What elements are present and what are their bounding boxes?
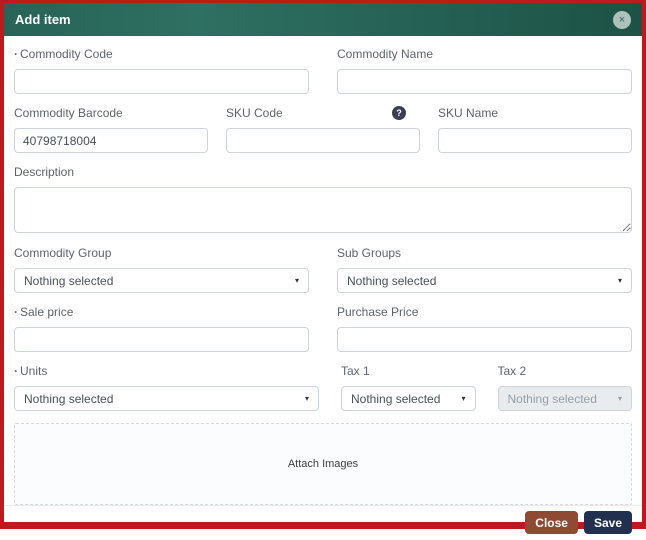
field-commodity-barcode: Commodity Barcode [14,105,208,153]
chevron-down-icon: ▾ [461,394,466,403]
description-label: Description [14,165,75,179]
commodity-barcode-input[interactable] [14,128,208,153]
tax1-label: Tax 1 [341,364,370,378]
field-commodity-code: · Commodity Code [14,46,309,94]
modal-header: Add item × [4,3,642,36]
field-tax1: Tax 1 Nothing selected ▾ [341,363,476,411]
attach-images-dropzone[interactable]: Attach Images [14,423,632,505]
sku-name-input[interactable] [438,128,632,153]
tax1-select[interactable]: Nothing selected ▾ [341,386,476,411]
field-commodity-name: Commodity Name [337,46,632,94]
chevron-down-icon: ▾ [304,394,309,403]
field-units: · Units Nothing selected ▾ [14,363,319,411]
field-sku-code: SKU Code ? [226,105,420,153]
selected-value: Nothing selected [347,273,437,288]
row-units-tax: · Units Nothing selected ▾ Tax 1 Nothing… [14,363,632,411]
commodity-group-label: Commodity Group [14,246,112,260]
commodity-group-select[interactable]: Nothing selected ▾ [14,268,309,293]
row-prices: · Sale price Purchase Price [14,304,632,352]
row-commodity: · Commodity Code Commodity Name [14,46,632,94]
sale-price-label: · Sale price [14,305,74,319]
purchase-price-input[interactable] [337,327,632,352]
units-select[interactable]: Nothing selected ▾ [14,386,319,411]
commodity-barcode-label: Commodity Barcode [14,106,123,120]
modal-footer: Close Save [4,505,642,540]
save-button[interactable]: Save [583,511,632,534]
row-groups: Commodity Group Nothing selected ▾ Sub G… [14,245,632,293]
field-description: Description [14,164,632,233]
commodity-code-input[interactable] [14,69,309,94]
attach-images-label: Attach Images [287,458,359,470]
help-icon[interactable]: ? [392,106,406,120]
tax2-label: Tax 2 [497,364,527,378]
sku-code-label: SKU Code ? [226,105,420,121]
close-button[interactable]: Close [525,511,578,534]
purchase-price-label: Purchase Price [337,305,419,319]
description-textarea[interactable] [14,187,632,233]
sku-code-input[interactable] [226,128,420,153]
selected-value: Nothing selected [507,391,597,406]
chevron-down-icon: ▾ [617,276,622,285]
field-commodity-group: Commodity Group Nothing selected ▾ [14,245,309,293]
field-sale-price: · Sale price [14,304,309,352]
row-sku: Commodity Barcode SKU Code ? SKU Name [14,105,632,153]
field-tax2: Tax 2 Nothing selected ▾ [497,363,632,411]
commodity-name-label: Commodity Name [337,47,434,61]
chevron-down-icon: ▾ [294,276,299,285]
required-marker: · [14,305,18,319]
modal-title: Add item [15,12,71,27]
sub-groups-select[interactable]: Nothing selected ▾ [337,268,632,293]
field-sku-name: SKU Name [438,105,632,153]
units-label: · Units [14,364,48,378]
close-icon[interactable]: × [613,10,631,29]
selected-value: Nothing selected [24,391,114,406]
chevron-down-icon: ▾ [617,394,622,403]
sub-groups-label: Sub Groups [337,246,402,260]
field-purchase-price: Purchase Price [337,304,632,352]
field-sub-groups: Sub Groups Nothing selected ▾ [337,245,632,293]
sale-price-input[interactable] [14,327,309,352]
commodity-code-label: · Commodity Code [14,47,113,61]
add-item-modal: Add item × · Commodity Code Commodity Na… [0,0,646,534]
sku-name-label: SKU Name [438,106,499,120]
required-marker: · [14,47,18,61]
tax2-select: Nothing selected ▾ [497,386,632,411]
selected-value: Nothing selected [351,391,441,406]
modal-body: · Commodity Code Commodity Name Commodit… [4,36,642,505]
selected-value: Nothing selected [24,273,114,288]
commodity-name-input[interactable] [337,69,632,94]
required-marker: · [14,364,18,378]
